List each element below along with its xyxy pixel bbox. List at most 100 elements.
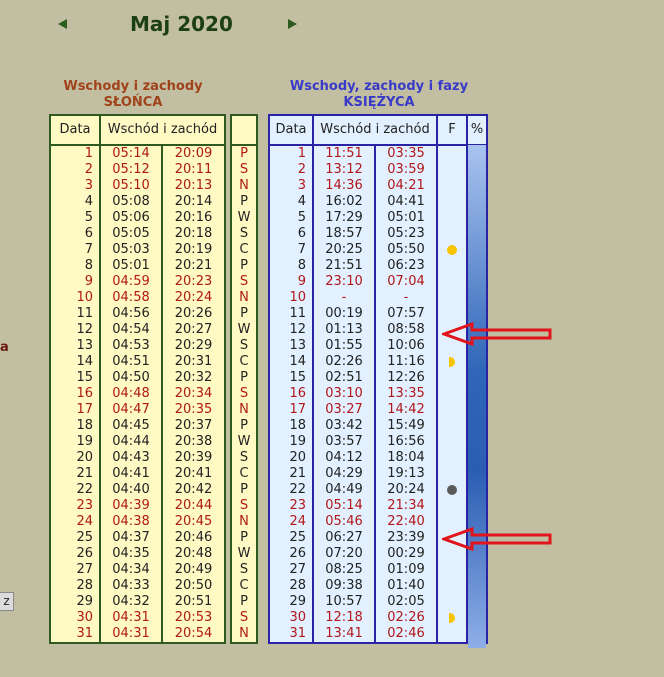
sun-table-row: 21 04:41 20:41 <box>50 466 225 482</box>
prev-month-arrow-icon[interactable] <box>58 19 67 29</box>
moon-illumination-cell <box>466 226 487 242</box>
moonrise-cell: 04:49 <box>312 482 375 498</box>
sun-heading-line1: Wschody i zachody <box>63 79 203 94</box>
moonset-cell: 15:49 <box>374 418 437 434</box>
weekday-table-row: P <box>231 306 257 322</box>
weekday-table-row: C <box>231 466 257 482</box>
moon-table-row: 29 10:57 02:05 <box>269 594 487 610</box>
moon-date-cell: 24 <box>289 514 306 529</box>
moonrise-cell: 09:38 <box>312 578 375 594</box>
next-month-arrow-icon[interactable] <box>288 19 297 29</box>
sun-table-row: 5 05:06 20:16 <box>50 210 225 226</box>
sun-date-cell: 19 <box>76 434 93 449</box>
sun-date-cell: 31 <box>76 626 93 641</box>
moon-phase-cell <box>436 162 467 178</box>
moonset-cell: 22:40 <box>374 514 437 530</box>
moon-table: Data Wschód i zachód F % 1 11:51 03:35 2 13:… <box>268 114 488 644</box>
sunset-cell: 20:45 <box>161 514 225 530</box>
moon-illumination-cell <box>466 370 487 386</box>
sun-date-cell: 29 <box>76 594 93 609</box>
moon-phase-cell <box>436 274 467 290</box>
sun-date-cell: 23 <box>76 498 93 513</box>
weekday-letter-cell: P <box>240 594 248 609</box>
moon-illumination-cell <box>466 434 487 450</box>
sun-date-cell: 15 <box>76 370 93 385</box>
sun-date-cell: 2 <box>84 162 93 177</box>
sunrise-cell: 05:08 <box>99 194 162 210</box>
sun-date-cell: 21 <box>76 466 93 481</box>
sunset-cell: 20:21 <box>161 258 225 274</box>
sunrise-cell: 04:53 <box>99 338 162 354</box>
moon-illumination-cell <box>466 338 487 354</box>
moonset-cell: 03:59 <box>374 162 437 178</box>
moon-illumination-cell <box>466 610 487 626</box>
sunset-cell: 20:42 <box>161 482 225 498</box>
sunset-cell: 20:18 <box>161 226 225 242</box>
sun-date-cell: 24 <box>76 514 93 529</box>
moon-illumination-cell <box>466 145 487 162</box>
weekday-table-row: S <box>231 338 257 354</box>
sun-date-cell: 1 <box>84 146 93 161</box>
moon-phase-cell <box>436 498 467 514</box>
sun-date-cell: 5 <box>84 210 93 225</box>
moonrise-cell: 17:29 <box>312 210 375 226</box>
sun-table-row: 10 04:58 20:24 <box>50 290 225 306</box>
moonrise-cell: 06:27 <box>312 530 375 546</box>
moon-phase-cell <box>436 546 467 562</box>
moonset-cell: 04:21 <box>374 178 437 194</box>
moon-date-cell: 16 <box>289 386 306 401</box>
moon-phase-cell <box>436 450 467 466</box>
moon-table-row: 11 00:19 07:57 <box>269 306 487 322</box>
sunrise-cell: 04:59 <box>99 274 162 290</box>
sunset-cell: 20:46 <box>161 530 225 546</box>
moon-table-row: 18 03:42 15:49 <box>269 418 487 434</box>
weekday-letter-cell: P <box>240 530 248 545</box>
moonrise-cell: - <box>312 290 375 306</box>
moon-date-cell: 30 <box>289 610 306 625</box>
moonrise-cell: 11:51 <box>312 145 375 162</box>
moon-illumination-cell <box>466 594 487 610</box>
moon-date-cell: 10 <box>289 290 306 305</box>
moon-table-row: 16 03:10 13:35 <box>269 386 487 402</box>
moonrise-cell: 03:57 <box>312 434 375 450</box>
weekday-col-header <box>231 115 257 146</box>
sun-table: Data Wschód i zachód 1 05:14 20:09 2 05:12 20… <box>49 114 226 644</box>
sun-table-row: 24 04:38 20:45 <box>50 514 225 530</box>
sun-table-row: 11 04:56 20:26 <box>50 306 225 322</box>
weekday-table-row: W <box>231 434 257 450</box>
moonset-cell: 02:05 <box>374 594 437 610</box>
weekday-letter-cell: N <box>239 626 249 641</box>
moon-phase-cell <box>436 482 467 498</box>
moonset-cell: 12:26 <box>374 370 437 386</box>
weekday-table-row: P <box>231 258 257 274</box>
sun-table-row: 29 04:32 20:51 <box>50 594 225 610</box>
moon-phase-cell <box>436 562 467 578</box>
sun-table-row: 8 05:01 20:21 <box>50 258 225 274</box>
moon-phase-cell <box>436 434 467 450</box>
moonset-cell: 20:24 <box>374 482 437 498</box>
sunset-cell: 20:53 <box>161 610 225 626</box>
sunrise-cell: 04:39 <box>99 498 162 514</box>
sun-table-row: 9 04:59 20:23 <box>50 274 225 290</box>
sun-date-cell: 13 <box>76 338 93 353</box>
moon-illumination-cell <box>466 626 487 643</box>
sun-date-cell: 10 <box>76 290 93 305</box>
sunrise-cell: 05:03 <box>99 242 162 258</box>
moon-table-row: 15 02:51 12:26 <box>269 370 487 386</box>
side-button[interactable]: z <box>0 592 14 611</box>
weekday-table-row: N <box>231 514 257 530</box>
new-moon-icon <box>447 484 457 495</box>
sun-date-cell: 11 <box>76 306 93 321</box>
moonrise-cell: 13:41 <box>312 626 375 643</box>
sunrise-cell: 04:31 <box>99 610 162 626</box>
moon-illumination-cell <box>466 498 487 514</box>
moon-illumination-cell <box>466 578 487 594</box>
weekday-table-row: N <box>231 290 257 306</box>
weekday-letter-cell: W <box>237 546 251 561</box>
weekday-letter-cell: P <box>240 146 248 161</box>
sunset-cell: 20:48 <box>161 546 225 562</box>
moon-illumination-cell <box>466 354 487 370</box>
moon-phase-cell <box>436 226 467 242</box>
moon-date-cell: 4 <box>297 194 306 209</box>
weekday-table-row: W <box>231 210 257 226</box>
